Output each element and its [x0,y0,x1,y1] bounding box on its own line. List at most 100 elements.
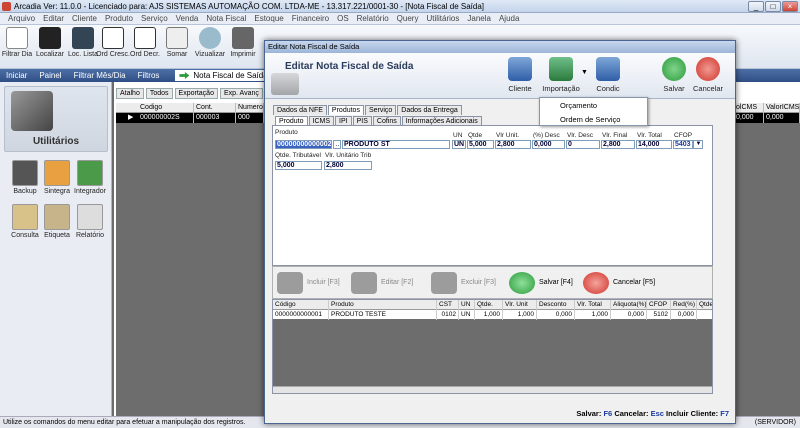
produto-code-field[interactable]: 00000000000002 [275,140,332,149]
menu-query[interactable]: Query [393,14,423,23]
col-codigo[interactable]: Codigo [138,103,194,113]
app-icon [2,2,11,11]
tab-produtos[interactable]: Produtos [327,105,364,115]
status-server: (SERVIDOR) [754,419,796,426]
menu-venda[interactable]: Venda [172,14,203,23]
col-cfop[interactable]: CFOP [647,300,671,310]
vlr-unit-trib-field[interactable]: 2,800 [324,161,372,170]
consulta-button[interactable]: Consulta [8,204,42,239]
produto-lookup-button[interactable]: … [333,140,341,149]
header-cancelar-button[interactable]: Cancelar [691,57,725,93]
col-vlr-total[interactable]: Vlr. Total [575,300,611,310]
menu-os[interactable]: OS [333,14,353,23]
nav-painel[interactable]: Painel [33,71,67,80]
cfop-select[interactable]: 5403 [673,140,693,149]
col-cst[interactable]: CST [437,300,459,310]
ord-cresc-button[interactable]: Ord Cresc. [96,27,130,67]
vlr-desc-field[interactable]: 0 [566,140,600,149]
menu-relatorio[interactable]: Relatório [353,14,393,23]
nav-tab-nota-fiscal[interactable]: Nota Fiscal de Saída [175,70,274,81]
tab-todos[interactable]: Todos [145,88,173,99]
shortcut-cancelar-key: Esc [650,409,664,418]
menu-ajuda[interactable]: Ajuda [495,14,523,23]
minimize-button[interactable]: _ [748,1,764,12]
invoice-icon [271,73,299,95]
qtde-label: Qtde [468,132,483,139]
menu-utilitarios[interactable]: Utilitários [422,14,463,23]
qtde-field[interactable]: 5,000 [467,140,494,149]
col-valoricms[interactable]: ValorICMS [764,103,800,113]
cfop-label: CFOP [674,132,693,139]
vlr-unit-field[interactable]: 2,800 [495,140,531,149]
tab-dados-nfe[interactable]: Dados da NFE [273,105,327,115]
relatorio-button[interactable]: Relatório [73,204,107,239]
menu-item-ordem-servico[interactable]: Ordem de Serviço [540,112,647,126]
shortcut-cancelar-label: Cancelar: [614,409,649,418]
menu-arquivo[interactable]: Arquivo [4,14,39,23]
menu-servico[interactable]: Serviço [137,14,172,23]
nav-iniciar[interactable]: Iniciar [0,71,33,80]
col-codigo[interactable]: Código [273,300,329,310]
edit-icon [351,272,377,294]
col-cont-interno[interactable]: Cont. Interno [194,103,236,121]
menu-item-orcamento[interactable]: Orçamento [540,98,647,112]
somar-button[interactable]: Somar [160,27,194,67]
menu-janela[interactable]: Janela [463,14,495,23]
tab-atalho[interactable]: Atalho [116,88,144,99]
menu-produto[interactable]: Produto [101,14,137,23]
col-produto[interactable]: Produto [329,300,437,310]
vizualizar-button[interactable]: Vizualizar [193,27,227,67]
vlr-total-field[interactable]: 14,000 [636,140,672,149]
vlr-final-field[interactable]: 2,800 [601,140,635,149]
items-horizontal-scrollbar[interactable] [273,386,712,393]
col-qtde-2[interactable]: Qtde [697,300,712,310]
vlr-unit-label: Vlr Unit. [496,132,520,139]
menu-estoque[interactable]: Estoque [250,14,287,23]
col-aliquota[interactable]: Aliquota(%) [611,300,647,310]
tab-exp-avanc[interactable]: Exp. Avanç [219,88,263,99]
un-field[interactable]: UN [452,140,466,149]
ord-decr-button[interactable]: Ord Decr. [128,27,162,67]
importacao-dropdown-arrow[interactable]: ▼ [581,69,588,76]
menu-nota-fiscal[interactable]: Nota Fiscal [202,14,250,23]
sintegra-button[interactable]: Sintegra [40,160,74,195]
table-row[interactable]: 0000000000001 PRODUTO TESTE 0102 UN 1,00… [273,310,712,320]
tab-servico[interactable]: Serviço [364,105,397,115]
filtrar-dia-button[interactable]: Filtrar Dia [0,27,34,67]
integrador-button[interactable]: Integrador [73,160,107,195]
importacao-button[interactable]: Importação [541,57,581,93]
condic-button[interactable]: Condic [591,57,625,93]
dialog-title-bar: Editar Nota Fiscal de Saída [265,41,735,53]
col-olcms[interactable]: olCMS [734,103,764,113]
backup-button[interactable]: Backup [8,160,42,195]
etiqueta-button[interactable]: Etiqueta [40,204,74,239]
cfop-chevron-down-icon[interactable]: ▼ [693,140,703,149]
cliente-button[interactable]: Cliente [503,57,537,93]
list-search-icon [72,27,94,49]
nav-filtros[interactable]: Filtros [132,71,166,80]
col-vlr-unit[interactable]: Vlr. Unit [503,300,537,310]
menu-bar: Arquivo Editar Cliente Produto Serviço V… [0,13,800,25]
maximize-button[interactable]: □ [765,1,781,12]
menu-editar[interactable]: Editar [39,14,68,23]
col-numero[interactable]: Numero [236,103,264,113]
localizar-button[interactable]: Localizar [33,27,67,67]
col-red[interactable]: Red(%) [671,300,697,310]
loc-lista-button[interactable]: Loc. Lista [66,27,100,67]
app-title: Arcadia Ver: 11.0.0 - Licenciado para: A… [14,2,484,11]
items-grid: Código Produto CST UN Qtde. Vlr. Unit De… [272,299,713,394]
qtde-trib-field[interactable]: 5,000 [275,161,322,170]
col-desconto[interactable]: Desconto [537,300,575,310]
menu-cliente[interactable]: Cliente [68,14,101,23]
produto-desc-field[interactable]: PRODUTO ST [342,140,450,149]
close-button[interactable]: × [782,1,798,12]
imprimir-button[interactable]: Imprimir [226,27,260,67]
tab-exportacao[interactable]: Exportação [174,88,218,99]
desc-pct-field[interactable]: 0,000 [532,140,565,149]
nav-filtrar[interactable]: Filtrar Mês/Dia [68,71,132,80]
header-salvar-button[interactable]: Salvar [657,57,691,93]
tab-dados-entrega[interactable]: Dados da Entrega [397,105,462,115]
menu-financeiro[interactable]: Financeiro [288,14,333,23]
col-qtde[interactable]: Qtde. [475,300,503,310]
col-un[interactable]: UN [459,300,475,310]
